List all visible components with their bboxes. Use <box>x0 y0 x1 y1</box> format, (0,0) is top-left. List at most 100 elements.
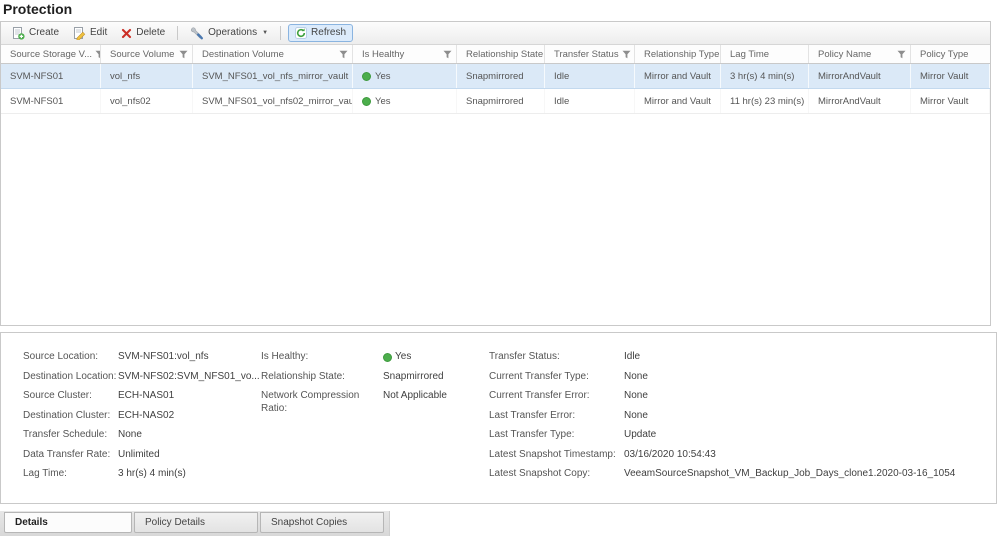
operations-button-label: Operations <box>208 27 257 39</box>
details-row-current-transfer-type: Current Transfer Type:None <box>489 371 994 384</box>
green-status-dot-icon <box>383 353 392 362</box>
new-document-plus-icon <box>12 27 25 40</box>
column-header-label: Policy Type <box>920 49 968 60</box>
filter-funnel-icon[interactable] <box>92 50 101 59</box>
details-column-1: Source Location:SVM-NFS01:vol_nfs Destina… <box>23 351 259 488</box>
details-row-is-healthy: Is Healthy:Yes <box>261 351 487 364</box>
details-label: Last Transfer Error: <box>489 410 624 423</box>
refresh-button[interactable]: Refresh <box>288 24 353 42</box>
filter-funnel-icon[interactable] <box>619 50 631 59</box>
details-value: Update <box>624 429 656 442</box>
details-label: Latest Snapshot Copy: <box>489 468 624 481</box>
details-value: 03/16/2020 10:54:43 <box>624 449 716 462</box>
column-header-policy-name[interactable]: Policy Name <box>809 45 911 63</box>
column-header-label: Is Healthy <box>362 49 404 60</box>
refresh-circular-arrow-icon <box>295 27 307 39</box>
cell-is-healthy: Yes <box>353 64 457 88</box>
delete-x-icon <box>121 28 132 39</box>
operations-menu-button[interactable]: Operations ▼ <box>183 24 275 43</box>
filter-funnel-icon[interactable] <box>336 50 348 59</box>
details-label: Data Transfer Rate: <box>23 449 118 462</box>
filter-funnel-icon[interactable] <box>176 50 188 59</box>
cell-policy-type: Mirror Vault <box>911 64 990 88</box>
tab-label: Snapshot Copies <box>271 517 347 528</box>
table-row[interactable]: SVM-NFS01vol_nfsSVM_NFS01_vol_nfs_mirror… <box>1 64 990 89</box>
details-label: Current Transfer Type: <box>489 371 624 384</box>
filter-funnel-icon[interactable] <box>894 50 906 59</box>
details-value: Snapmirrored <box>383 371 444 384</box>
column-header-source-storage-v[interactable]: Source Storage V... <box>1 45 101 63</box>
details-row-lag-time: Lag Time:3 hr(s) 4 min(s) <box>23 468 259 481</box>
details-value: None <box>624 410 648 423</box>
operations-wrench-icon <box>190 27 204 40</box>
column-header-label: Source Volume <box>110 49 174 60</box>
column-header-relationship-type[interactable]: Relationship Type <box>635 45 721 63</box>
details-value: None <box>118 429 142 442</box>
column-header-policy-type[interactable]: Policy Type <box>911 45 990 63</box>
tab-label: Details <box>15 517 48 528</box>
table-row[interactable]: SVM-NFS01vol_nfs02SVM_NFS01_vol_nfs02_mi… <box>1 89 990 114</box>
cell-policy-name: MirrorAndVault <box>809 64 911 88</box>
column-header-source-volume[interactable]: Source Volume <box>101 45 193 63</box>
column-header-label: Policy Name <box>818 49 871 60</box>
cell-source-storage-v: SVM-NFS01 <box>1 89 101 113</box>
column-header-lag-time[interactable]: Lag Time <box>721 45 809 63</box>
tab-policy-details[interactable]: Policy Details <box>134 512 258 533</box>
table-body: SVM-NFS01vol_nfsSVM_NFS01_vol_nfs_mirror… <box>1 64 990 114</box>
edit-button[interactable]: Edit <box>66 24 114 43</box>
column-header-relationship-state[interactable]: Relationship State <box>457 45 545 63</box>
details-value: VeeamSourceSnapshot_VM_Backup_Job_Days_c… <box>624 468 955 481</box>
cell-transfer-status: Idle <box>545 89 635 113</box>
column-header-label: Source Storage V... <box>10 49 92 60</box>
details-value: None <box>624 371 648 384</box>
cell-source-storage-v: SVM-NFS01 <box>1 64 101 88</box>
details-row-network-compression-ratio: Network Compression Ratio:Not Applicable <box>261 390 487 415</box>
cell-relationship-state: Snapmirrored <box>457 64 545 88</box>
details-row-destination-location: Destination Location:SVM-NFS02:SVM_NFS01… <box>23 371 259 384</box>
refresh-button-label: Refresh <box>311 27 346 39</box>
column-header-destination-volume[interactable]: Destination Volume <box>193 45 353 63</box>
cell-policy-type: Mirror Vault <box>911 89 990 113</box>
details-value: SVM-NFS01:vol_nfs <box>118 351 209 364</box>
column-header-label: Destination Volume <box>202 49 284 60</box>
details-row-data-transfer-rate: Data Transfer Rate:Unlimited <box>23 449 259 462</box>
cell-lag-time: 3 hr(s) 4 min(s) <box>721 64 809 88</box>
tab-snapshot-copies[interactable]: Snapshot Copies <box>260 512 384 533</box>
details-pane: Source Location:SVM-NFS01:vol_nfs Destina… <box>0 332 997 504</box>
details-row-source-cluster: Source Cluster:ECH-NAS01 <box>23 390 259 403</box>
details-row-transfer-status: Transfer Status:Idle <box>489 351 994 364</box>
cell-relationship-type: Mirror and Vault <box>635 89 721 113</box>
column-header-label: Relationship Type <box>644 49 719 60</box>
details-row-source-location: Source Location:SVM-NFS01:vol_nfs <box>23 351 259 364</box>
filter-funnel-icon[interactable] <box>440 50 452 59</box>
caret-down-icon: ▼ <box>262 27 268 39</box>
cell-destination-volume: SVM_NFS01_vol_nfs02_mirror_vault02 <box>193 89 353 113</box>
column-header-is-healthy[interactable]: Is Healthy <box>353 45 457 63</box>
cell-is-healthy: Yes <box>353 89 457 113</box>
cell-source-volume: vol_nfs02 <box>101 89 193 113</box>
delete-button[interactable]: Delete <box>114 24 172 42</box>
cell-relationship-type: Mirror and Vault <box>635 64 721 88</box>
details-value: Unlimited <box>118 449 160 462</box>
column-header-label: Transfer Status <box>554 49 619 60</box>
create-button[interactable]: Create <box>5 24 66 43</box>
details-row-last-transfer-type: Last Transfer Type:Update <box>489 429 994 442</box>
details-row-latest-snapshot-timestamp: Latest Snapshot Timestamp:03/16/2020 10:… <box>489 449 994 462</box>
details-label: Transfer Schedule: <box>23 429 118 442</box>
table-header: Source Storage V... Source Volume Destinat… <box>1 45 990 64</box>
toolbar-separator <box>280 26 281 40</box>
details-row-destination-cluster: Destination Cluster:ECH-NAS02 <box>23 410 259 423</box>
details-label: Current Transfer Error: <box>489 390 624 403</box>
column-header-transfer-status[interactable]: Transfer Status <box>545 45 635 63</box>
tab-details[interactable]: Details <box>4 512 132 533</box>
cell-source-volume: vol_nfs <box>101 64 193 88</box>
details-value: Not Applicable <box>383 390 447 403</box>
details-label: Is Healthy: <box>261 351 383 364</box>
create-button-label: Create <box>29 27 59 39</box>
toolbar-separator <box>177 26 178 40</box>
details-column-3: Transfer Status:Idle Current Transfer Typ… <box>489 351 994 488</box>
cell-transfer-status: Idle <box>545 64 635 88</box>
details-row-latest-snapshot-copy: Latest Snapshot Copy:VeeamSourceSnapshot… <box>489 468 994 481</box>
page-title: Protection <box>3 1 72 17</box>
details-label: Destination Cluster: <box>23 410 118 423</box>
